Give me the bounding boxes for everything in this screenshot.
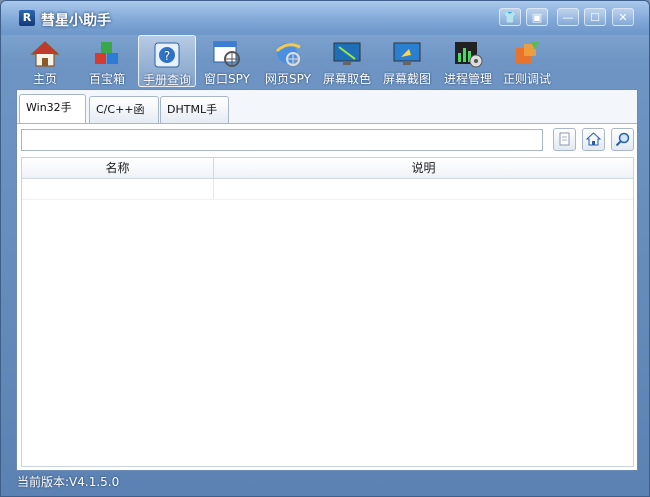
main-toolbar: 主页 百宝箱 ? 手册查询 窗口SPY 网页SPY 屏幕取色 屏幕截图 进程管理… [21, 35, 641, 87]
toolbar-label: 主页 [32, 72, 57, 86]
home-icon [586, 132, 601, 146]
toolbar-web-spy[interactable]: 网页SPY [263, 35, 313, 87]
copy-button[interactable] [553, 128, 576, 151]
process-manager-icon [455, 42, 483, 68]
table-header: 名称 说明 [22, 158, 633, 179]
help-icon: ? [154, 42, 180, 68]
document-icon [559, 132, 570, 146]
home-button[interactable] [582, 128, 605, 151]
minimize-button[interactable]: — [557, 8, 579, 26]
toolbar-process-manager[interactable]: 进程管理 [439, 35, 497, 87]
toolbar-window-spy[interactable]: 窗口SPY [202, 35, 252, 87]
toolbar-home[interactable]: 主页 [21, 35, 69, 87]
tab-win32-manual[interactable]: Win32手册 [19, 94, 86, 139]
regex-icon [516, 42, 539, 64]
search-button[interactable] [611, 128, 634, 151]
toolbar-label: 窗口SPY [204, 72, 250, 86]
search-icon [615, 132, 630, 147]
toolbar-label: 手册查询 [142, 73, 191, 87]
app-window: R 彗星小助手 👕 ▣ — ☐ ✕ 主页 百宝箱 ? 手册查询 窗口SPY 网页… [0, 0, 650, 497]
table-cell-description [214, 179, 633, 199]
close-button[interactable]: ✕ [612, 8, 634, 26]
table-row[interactable] [22, 179, 633, 200]
status-bar: 当前版本:V4.1.5.0 [1, 472, 649, 496]
app-logo-icon: R [19, 10, 35, 26]
title-bar[interactable]: R 彗星小助手 👕 ▣ — ☐ ✕ [1, 1, 649, 35]
toolbar-label: 网页SPY [265, 72, 311, 86]
results-table: 名称 说明 [21, 157, 634, 467]
toolbar-label: 进程管理 [443, 72, 492, 86]
tab-cpp-functions[interactable]: C/C++函数 [89, 96, 159, 141]
color-picker-icon [333, 42, 361, 65]
toolbar-manual-search[interactable]: ? 手册查询 [138, 35, 196, 87]
toolbar-screenshot[interactable]: 屏幕截图 [379, 35, 435, 87]
toolbar-label: 屏幕取色 [322, 72, 371, 86]
toolbar-label: 正则调试 [502, 72, 551, 86]
toolbar-regex-debug[interactable]: 正则调试 [499, 35, 555, 87]
tab-dhtml-manual[interactable]: DHTML手册 [160, 96, 229, 141]
window-title: 彗星小助手 [41, 13, 111, 29]
column-header-name[interactable]: 名称 [22, 158, 214, 178]
tab-content: 名称 说明 [17, 124, 637, 470]
table-cell-name [22, 179, 214, 199]
search-input[interactable] [21, 129, 543, 151]
toolbox-icon [95, 42, 118, 64]
toolbar-label: 百宝箱 [88, 72, 125, 86]
web-spy-icon [275, 43, 301, 66]
screenshot-icon [393, 42, 421, 65]
toolbar-label: 屏幕截图 [382, 72, 431, 86]
window-spy-icon [213, 41, 240, 67]
svg-text:?: ? [164, 49, 170, 63]
manual-panel: Win32手册 C/C++函数 DHTML手册 [16, 89, 638, 471]
column-header-description[interactable]: 说明 [214, 158, 633, 178]
manual-tabs: Win32手册 C/C++函数 DHTML手册 [17, 93, 637, 141]
skin-button[interactable]: 👕 [499, 8, 521, 26]
version-label: 当前版本:V4.1.5.0 [17, 475, 120, 489]
maximize-button[interactable]: ☐ [584, 8, 606, 26]
menu-button[interactable]: ▣ [526, 8, 548, 26]
toolbar-toolbox[interactable]: 百宝箱 [81, 35, 133, 87]
home-icon [30, 41, 60, 67]
toolbar-color-picker[interactable]: 屏幕取色 [319, 35, 375, 87]
